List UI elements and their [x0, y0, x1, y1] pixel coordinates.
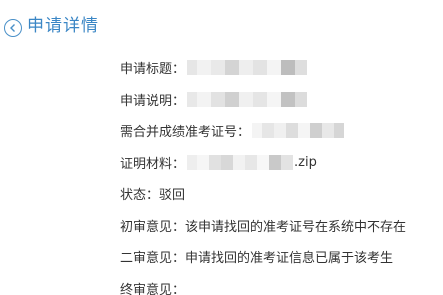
status-label: 状态：	[120, 188, 160, 204]
final-review-label: 终审意见：	[120, 282, 186, 295]
page-title: 申请详情	[27, 16, 99, 36]
proof-label: 证明材料：	[120, 156, 186, 172]
second-review-label: 二审意见：	[120, 251, 186, 267]
second-review-value: 申请找回的准考证信息已属于该考生	[185, 251, 394, 267]
merge-cert-label: 需合并成绩准考证号：	[120, 125, 251, 141]
merge-cert-row: 需合并成绩准考证号：	[120, 115, 406, 147]
status-row: 状态： 驳回	[120, 178, 406, 210]
redacted-cert-number	[252, 123, 345, 139]
chevron-left-icon	[10, 24, 15, 32]
status-value: 驳回	[159, 188, 186, 204]
redacted-apply-title	[187, 60, 308, 76]
second-review-row: 二审意见： 申请找回的准考证信息已属于该考生	[120, 241, 406, 273]
proof-file-link[interactable]	[187, 154, 294, 170]
first-review-value: 该申请找回的准考证号在系统中不存在	[185, 219, 407, 235]
final-review-row: 终审意见：	[120, 273, 406, 295]
proof-row: 证明材料： .zip	[120, 147, 406, 179]
apply-desc-label: 申请说明：	[120, 93, 186, 109]
apply-desc-row: 申请说明：	[120, 84, 406, 116]
detail-list: 申请标题： 申请说明： 需合并成绩准考证号： 证明材料： .zip 状态： 驳回…	[120, 52, 406, 295]
apply-title-row: 申请标题：	[120, 52, 406, 84]
first-review-row: 初审意见： 该申请找回的准考证号在系统中不存在	[120, 210, 406, 242]
redacted-apply-desc	[187, 91, 308, 107]
first-review-label: 初审意见：	[120, 219, 186, 235]
apply-title-label: 申请标题：	[120, 62, 186, 78]
back-button[interactable]	[4, 19, 22, 37]
proof-file-extension[interactable]: .zip	[294, 155, 317, 170]
